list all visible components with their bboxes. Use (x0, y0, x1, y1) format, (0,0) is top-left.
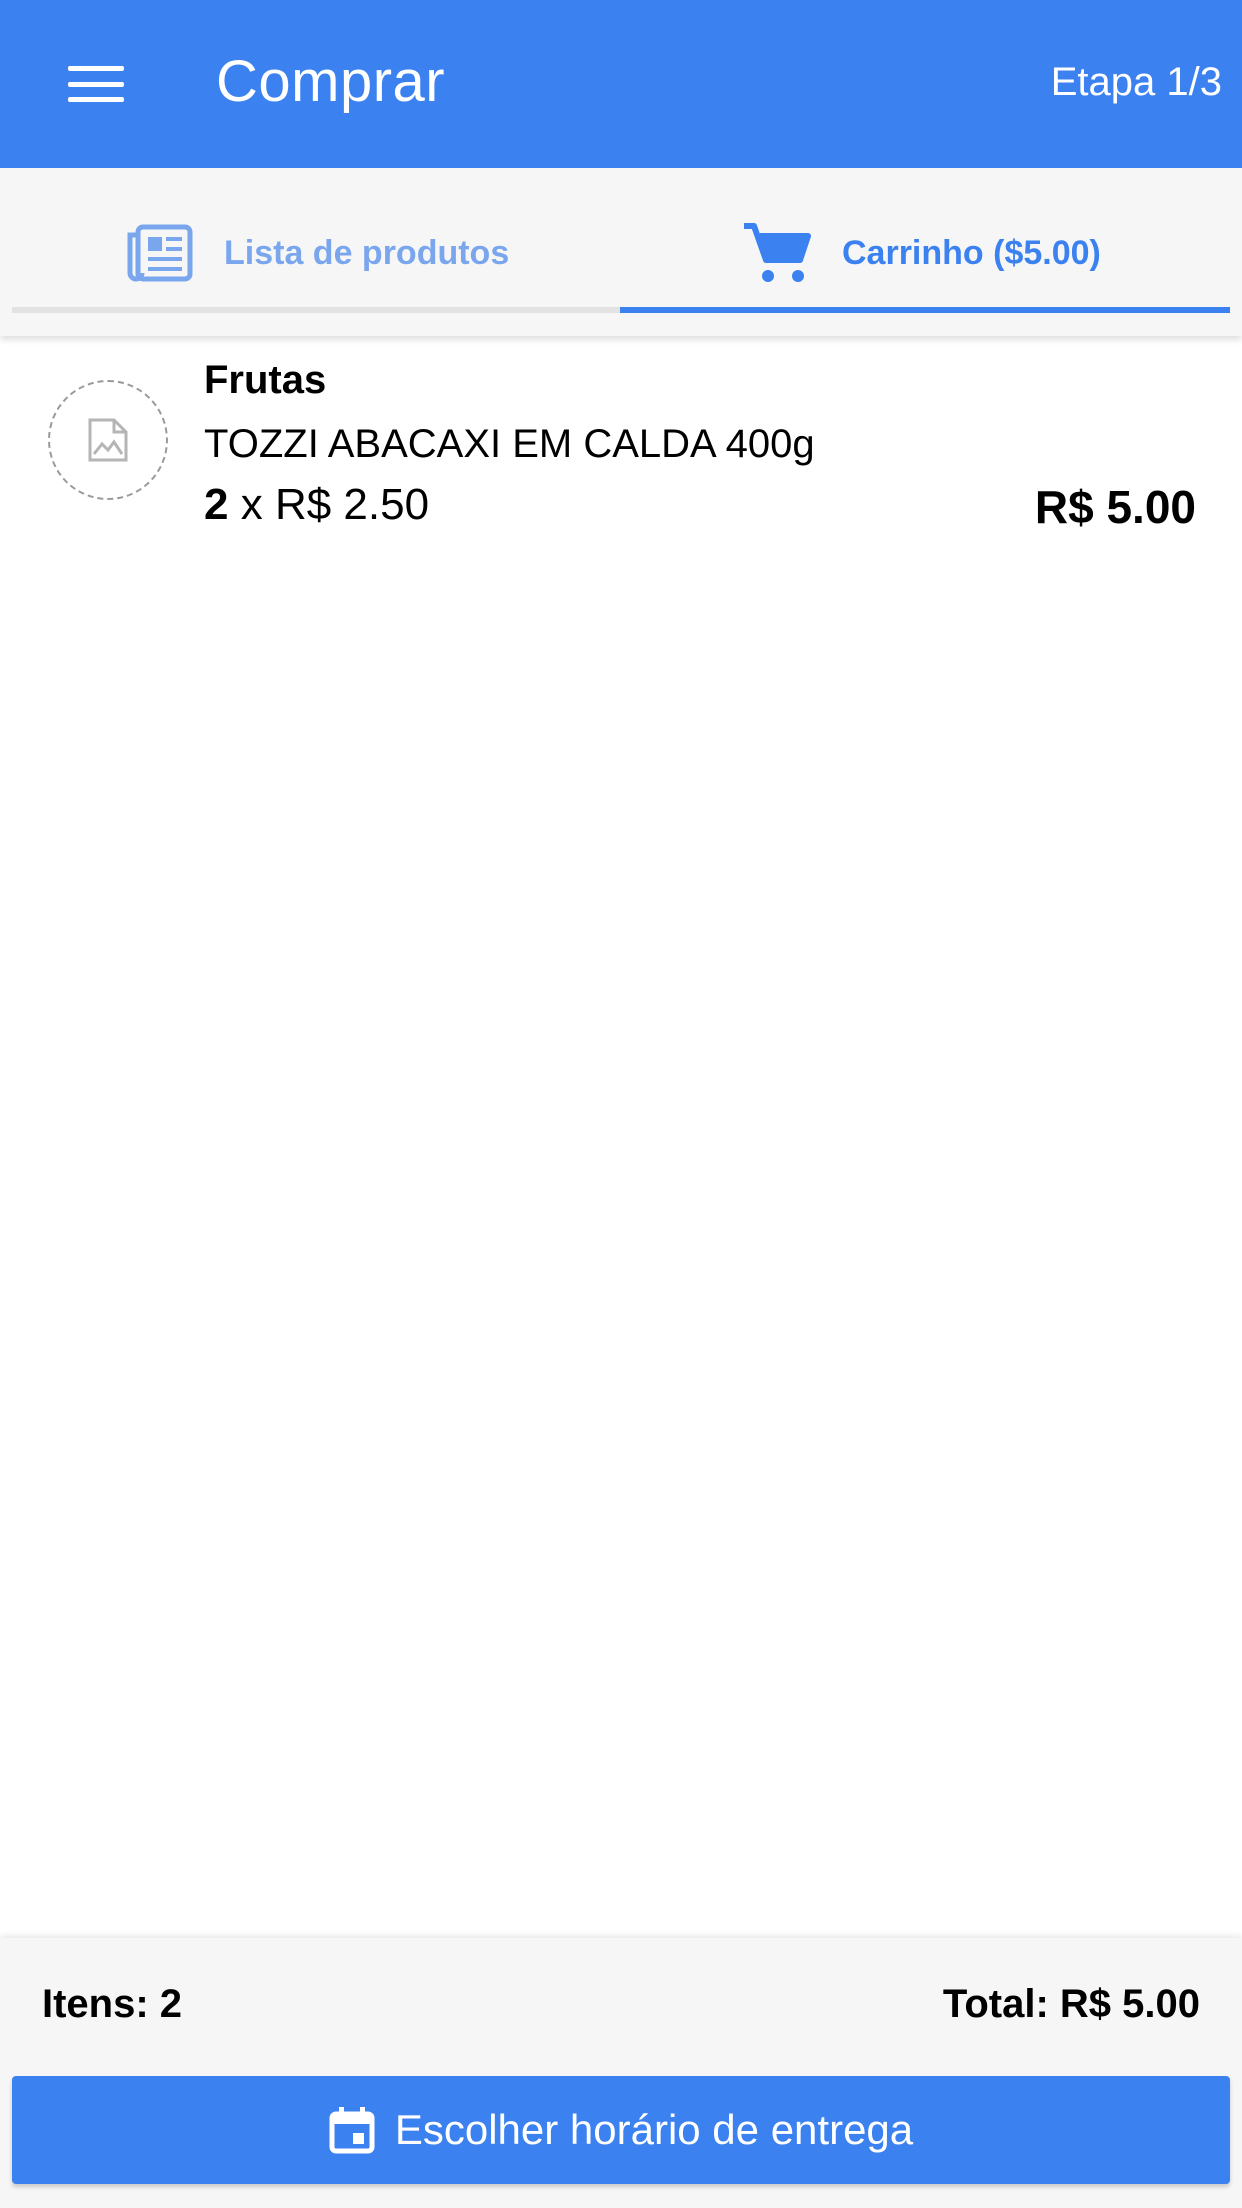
item-quantity-line: 2 x R$ 2.50 (204, 480, 429, 530)
tab-product-list[interactable]: Lista de produtos (124, 208, 509, 298)
cart-item[interactable]: Frutas TOZZI ABACAXI EM CALDA 400g 2 x R… (0, 336, 1242, 556)
broken-image-icon (88, 418, 128, 462)
item-quantity: 2 (204, 480, 229, 529)
cart-summary: Itens: 2 Total: R$ 5.00 Escolher horário… (0, 1938, 1242, 2208)
item-unit-price: x R$ 2.50 (240, 480, 430, 529)
page-title: Comprar (216, 49, 446, 114)
tab-label: Lista de produtos (224, 233, 510, 272)
item-category: Frutas (204, 358, 327, 402)
app-bar: Comprar Etapa 1/3 (0, 0, 1242, 168)
tab-bar: Lista de produtos Carrinho ($5.00) (0, 168, 1242, 336)
tab-cart[interactable]: Carrinho ($5.00) (742, 208, 1101, 298)
product-thumbnail (48, 380, 168, 500)
hamburger-menu-icon[interactable] (60, 58, 132, 110)
cart-total: Total: R$ 5.00 (942, 1982, 1200, 2026)
tab-indicator-active (620, 307, 1230, 313)
tab-indicator-inactive (12, 307, 620, 313)
tab-label: Carrinho ($5.00) (842, 233, 1101, 272)
item-name: TOZZI ABACAXI EM CALDA 400g (204, 422, 815, 466)
calendar-icon (329, 2107, 375, 2154)
items-count: Itens: 2 (42, 1982, 183, 2026)
item-line-total: R$ 5.00 (1034, 481, 1196, 533)
shopping-cart-icon (744, 223, 811, 282)
choose-delivery-time-button[interactable]: Escolher horário de entrega (12, 2076, 1230, 2184)
step-indicator: Etapa 1/3 (1050, 60, 1222, 104)
newspaper-list-icon (127, 224, 193, 282)
cta-label: Escolher horário de entrega (394, 2106, 914, 2153)
